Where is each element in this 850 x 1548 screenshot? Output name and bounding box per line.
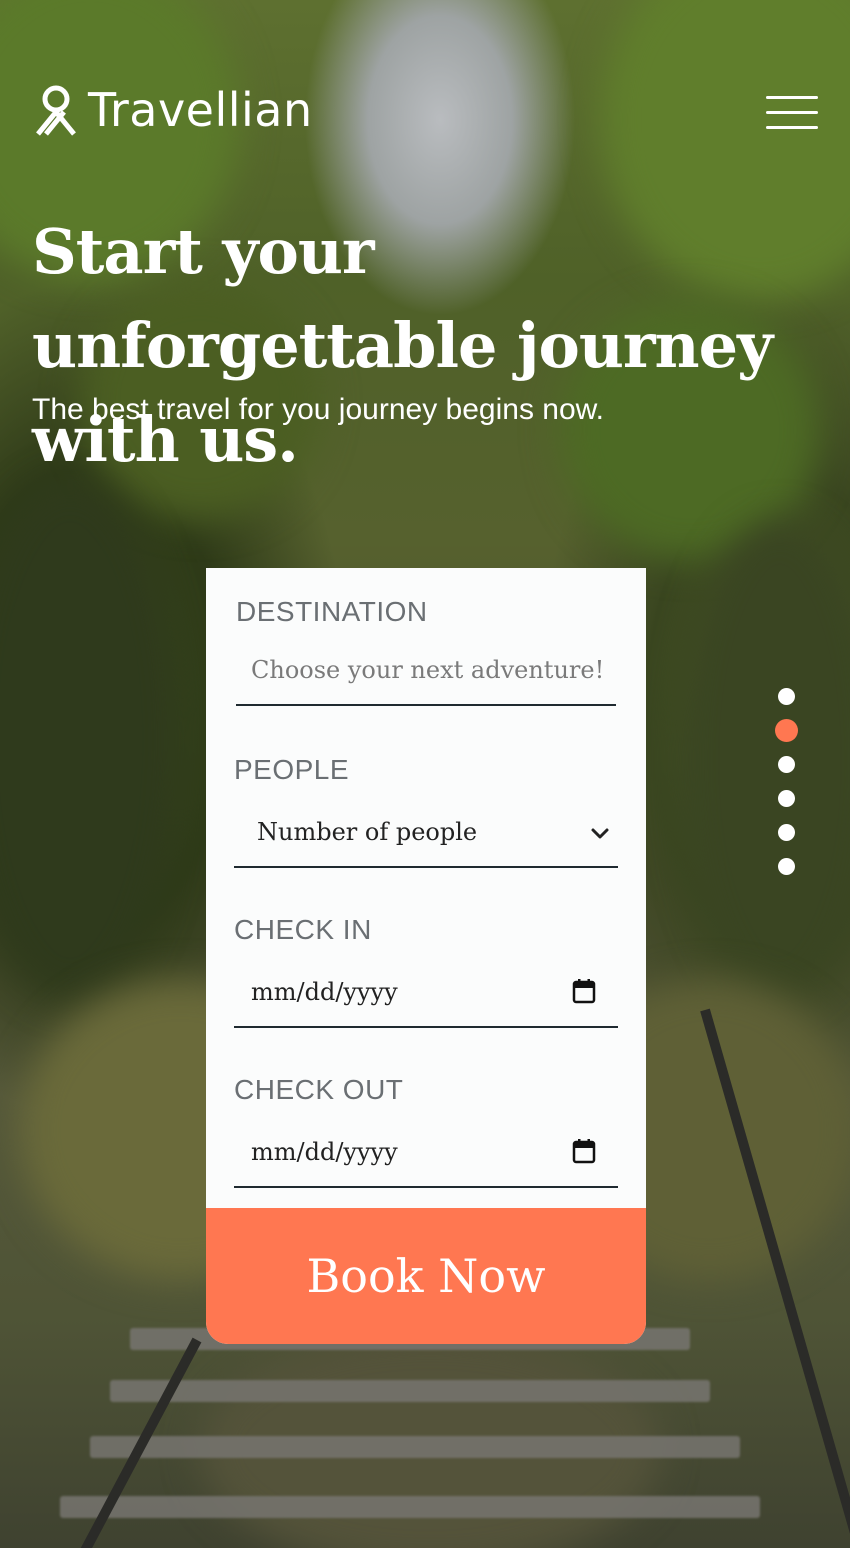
brand-name: Travellian bbox=[88, 83, 313, 137]
check-in-label: CHECK IN bbox=[234, 914, 372, 945]
check-in-value: mm/dd/yyyy bbox=[251, 978, 398, 1006]
brand-logo[interactable]: Travellian bbox=[34, 82, 313, 138]
calendar-icon[interactable] bbox=[572, 978, 596, 1004]
location-pin-icon bbox=[36, 85, 76, 136]
destination-input[interactable]: Choose your next adventure! bbox=[236, 642, 616, 706]
site-header: Travellian bbox=[0, 0, 850, 180]
people-select[interactable]: Number of people bbox=[234, 804, 618, 868]
people-selected-value: Number of people bbox=[257, 818, 478, 846]
booking-form: DESTINATION Choose your next adventure! … bbox=[206, 568, 646, 1344]
calendar-icon[interactable] bbox=[572, 1138, 596, 1164]
destination-placeholder: Choose your next adventure! bbox=[251, 656, 605, 684]
slider-dot-1[interactable] bbox=[778, 688, 795, 705]
slider-dot-4[interactable] bbox=[778, 790, 795, 807]
destination-label: DESTINATION bbox=[236, 596, 428, 627]
hero-subtitle: The best travel for you journey begins n… bbox=[32, 393, 604, 426]
hamburger-menu-icon[interactable] bbox=[766, 96, 818, 132]
slider-dot-5[interactable] bbox=[778, 824, 795, 841]
check-out-value: mm/dd/yyyy bbox=[251, 1138, 398, 1166]
check-out-label: CHECK OUT bbox=[234, 1074, 404, 1105]
slider-dot-3[interactable] bbox=[778, 756, 795, 773]
chevron-down-icon bbox=[591, 828, 609, 839]
slider-dot-2-active[interactable] bbox=[775, 719, 798, 742]
check-out-date-input[interactable]: mm/dd/yyyy bbox=[234, 1124, 618, 1188]
slider-dot-6[interactable] bbox=[778, 858, 795, 875]
book-now-button[interactable]: Book Now bbox=[206, 1208, 646, 1344]
people-label: PEOPLE bbox=[234, 754, 350, 785]
check-in-date-input[interactable]: mm/dd/yyyy bbox=[234, 964, 618, 1028]
hero-title: Start your unforgettable journey with us… bbox=[32, 215, 773, 476]
